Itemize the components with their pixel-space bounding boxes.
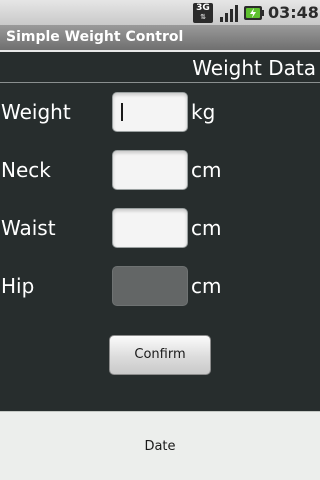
app-title: Simple Weight Control [6, 29, 184, 45]
waist-label: Waist [1, 216, 56, 240]
neck-unit: cm [191, 158, 222, 182]
section-divider [0, 82, 320, 83]
neck-input[interactable] [112, 150, 188, 190]
battery-charging-icon [244, 6, 264, 20]
text-cursor [121, 103, 123, 121]
status-time: 03:48 [268, 3, 319, 22]
date-label: Date [144, 439, 176, 454]
signal-strength-icon [220, 5, 238, 22]
date-panel[interactable]: Date [0, 411, 320, 480]
section-heading: Weight Data [192, 56, 316, 80]
hip-input [112, 266, 188, 306]
weight-input[interactable] [112, 92, 188, 132]
confirm-button[interactable]: Confirm [109, 335, 211, 375]
waist-input[interactable] [112, 208, 188, 248]
title-bar: Simple Weight Control [0, 25, 320, 50]
network-type-label: 3G [196, 3, 210, 13]
waist-unit: cm [191, 216, 222, 240]
neck-label: Neck [1, 158, 51, 182]
weight-unit: kg [191, 100, 216, 124]
weight-label: Weight [1, 100, 71, 124]
data-arrows-icon: ⇅ [200, 13, 206, 21]
title-divider [0, 50, 320, 52]
hip-unit: cm [191, 274, 222, 298]
status-bar: 3G ⇅ 03:48 [0, 0, 320, 25]
3g-data-icon: 3G ⇅ [193, 3, 213, 23]
hip-label: Hip [1, 274, 35, 298]
